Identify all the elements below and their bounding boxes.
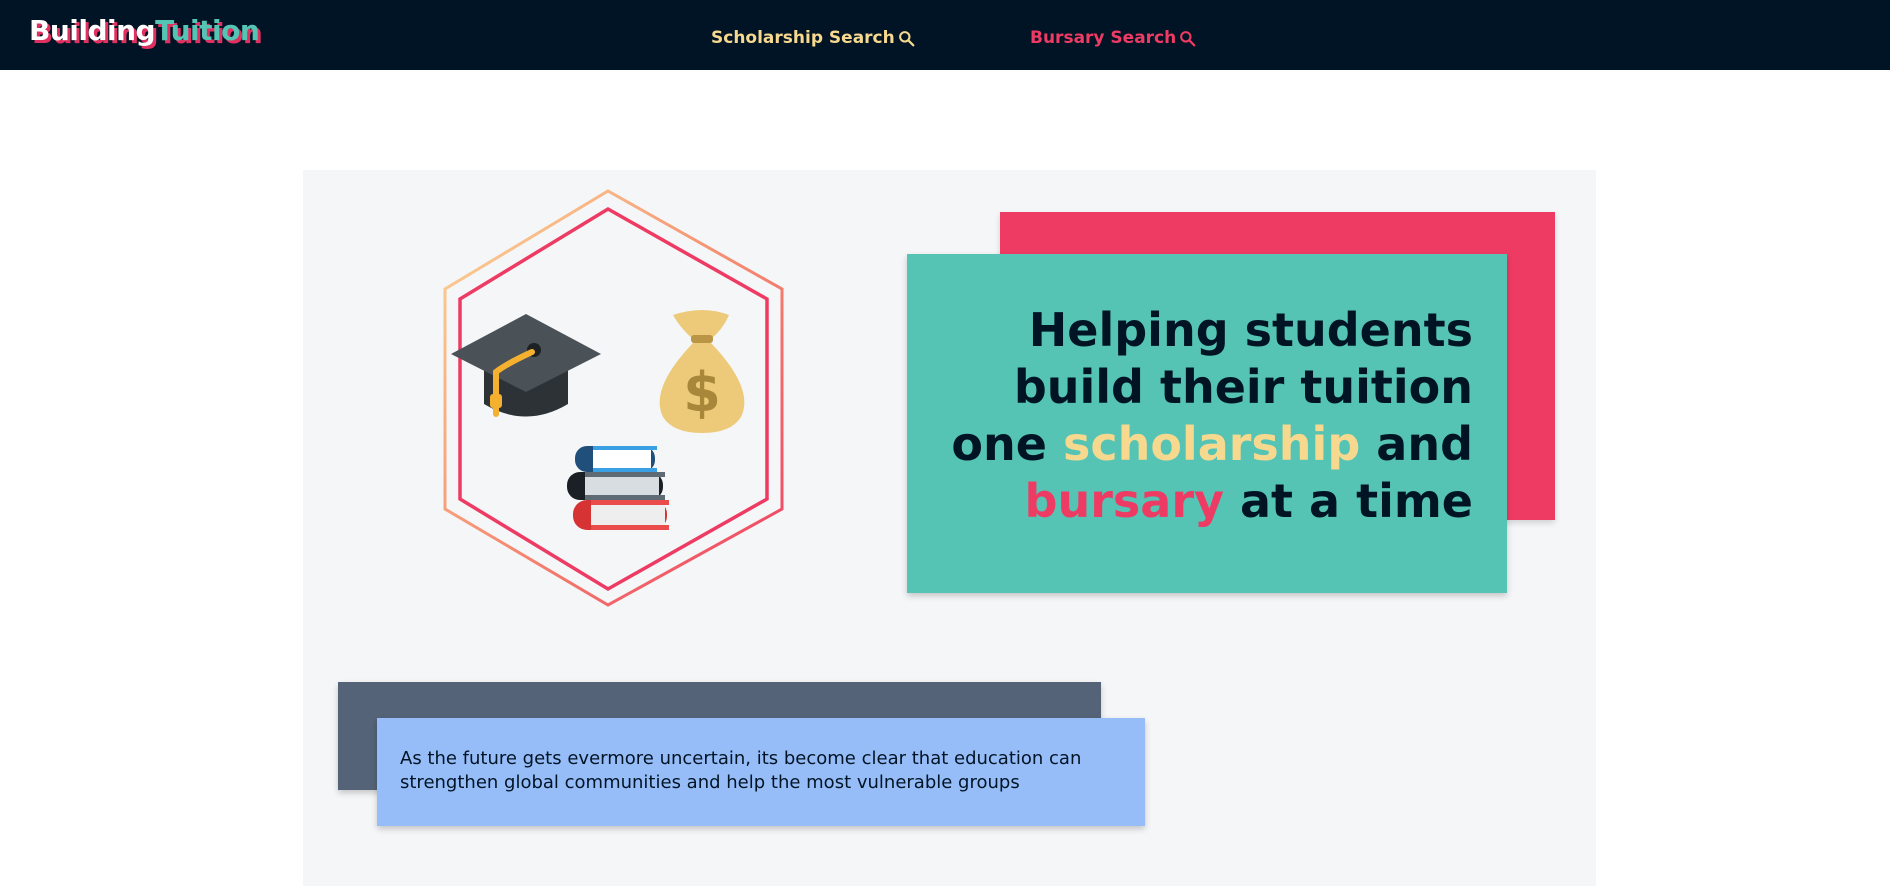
logo-text-tuition: Tuition xyxy=(155,14,260,47)
headline-text-end: at a time xyxy=(1240,474,1473,528)
svg-text:$: $ xyxy=(683,361,721,424)
search-icon xyxy=(1180,30,1196,46)
logo-text-building: Building xyxy=(29,14,156,47)
site-logo[interactable]: BuildingTuition xyxy=(29,14,260,47)
headline-card: Helping students build their tuition one… xyxy=(907,254,1507,593)
search-icon xyxy=(898,30,915,46)
headline-text-and: and xyxy=(1376,417,1473,471)
headline-scholarship-word: scholarship xyxy=(1062,417,1361,471)
top-nav-bar: BuildingTuition Scholarship Search Bursa… xyxy=(0,0,1890,70)
bursary-search-link[interactable]: Bursary Search xyxy=(1030,28,1196,48)
hexagon-illustration: $ xyxy=(441,189,787,607)
book-stack-icon xyxy=(567,446,669,530)
intro-card: As the future gets evermore uncertain, i… xyxy=(377,718,1145,826)
scholarship-search-link[interactable]: Scholarship Search xyxy=(711,28,915,48)
scholarship-search-label: Scholarship Search xyxy=(711,28,895,48)
hero-panel: $ Helping students build their tuition o… xyxy=(303,170,1596,886)
bursary-search-label: Bursary Search xyxy=(1030,28,1177,48)
hero-headline: Helping students build their tuition one… xyxy=(913,302,1473,530)
intro-text: As the future gets evermore uncertain, i… xyxy=(400,748,1082,793)
money-bag-icon: $ xyxy=(659,310,745,433)
graduation-cap-icon xyxy=(451,314,601,417)
headline-bursary-word: bursary xyxy=(1024,474,1224,528)
